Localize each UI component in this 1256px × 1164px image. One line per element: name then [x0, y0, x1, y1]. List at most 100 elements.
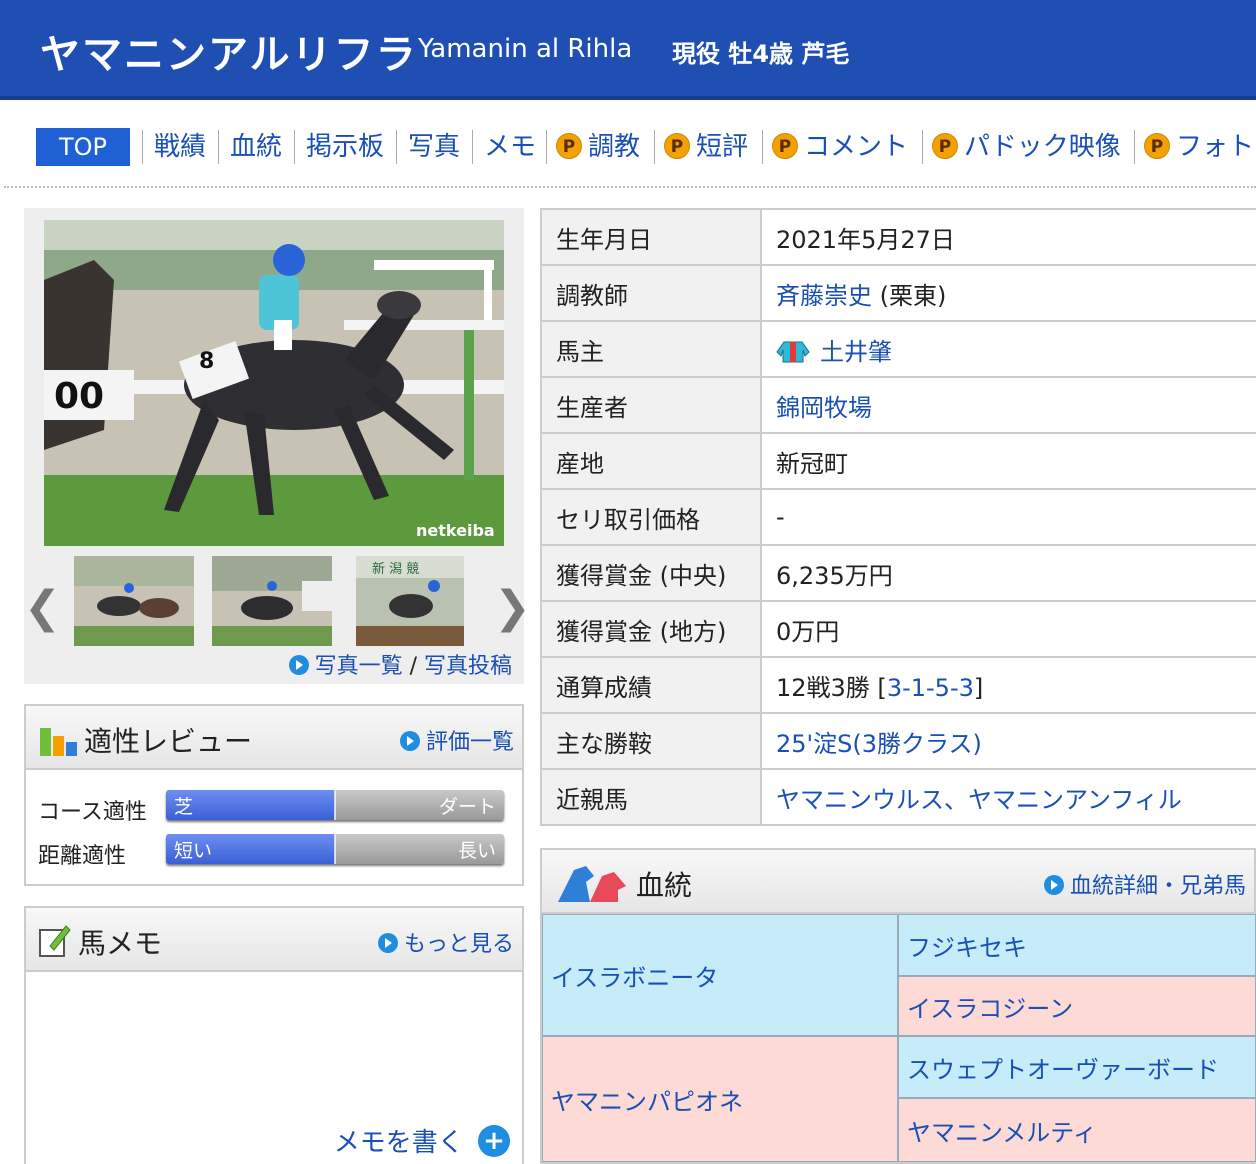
main-wins-value: 25'淀S(3勝クラス) [760, 712, 1256, 770]
table-row: 通算成績 12戦3勝 [3-1-5-3] [540, 656, 1256, 714]
pedigree-horses-icon [558, 866, 626, 902]
pedigree-title: 血統 [636, 869, 693, 902]
nav-separator [1134, 130, 1135, 164]
earnings-local-value: 0万円 [760, 600, 1256, 658]
owner-link[interactable]: 土井肇 [820, 338, 892, 366]
tab-results[interactable]: 戦績 [154, 128, 206, 166]
dam-dam-cell[interactable]: ヤマニンメルティ [898, 1098, 1256, 1162]
memo-more-link[interactable]: もっと見る [377, 926, 514, 958]
relatives-link[interactable]: ヤマニンウルス、ヤマニンアンフィル [776, 786, 1182, 814]
aptitude-title: 適性レビュー [84, 725, 253, 758]
trainer-link[interactable]: 斉藤崇史 [776, 282, 872, 310]
horse-name-english: Yamanin al Rihla [418, 34, 633, 64]
sire-dam-name: イスラコジーン [907, 994, 1074, 1023]
horse-profile-table: 生年月日 2021年5月27日 調教師 斉藤崇史 (栗東) 馬主 土井肇 生産者… [540, 208, 1256, 826]
main-horse-photo[interactable]: 8 00 netkeiba [44, 220, 504, 546]
sire-name: イスラボニータ [551, 963, 719, 992]
dam-sire-name: スウェプトオーヴァーボード [907, 1055, 1219, 1084]
table-row: 獲得賞金 (地方) 0万円 [540, 600, 1256, 658]
table-row: 近親馬 ヤマニンウルス、ヤマニンアンフィル [540, 768, 1256, 826]
birth-date-label: 生年月日 [540, 208, 762, 266]
auction-price-label: セリ取引価格 [540, 488, 762, 546]
thumbnail-sign: 新 潟 競 [372, 561, 419, 577]
course-aptitude-label: コース適性 [38, 800, 147, 825]
write-memo-label: メモを書く [333, 1128, 464, 1158]
review-list-label: 評価一覧 [425, 730, 514, 755]
photo-thumbnail[interactable] [212, 556, 332, 646]
aptitude-review-box: 適性レビュー 評価一覧 コース適性 芝 ダート 距離適性 短い 長い [24, 704, 524, 886]
saddle-number: 8 [199, 349, 214, 374]
silks-icon [776, 341, 810, 362]
netkeiba-watermark: netkeiba [416, 521, 495, 540]
bar-left-label: 短い [174, 840, 213, 862]
record-link[interactable]: 3-1-5-3 [887, 674, 974, 702]
memo-more-label: もっと見る [403, 932, 514, 957]
horse-nav: TOP 戦績 血統 掲示板 写真 メモ P 調教 P 短評 P コメント P パドック映… [0, 120, 1256, 172]
dam-sire-cell[interactable]: スウェプトオーヴァーボード [898, 1036, 1256, 1098]
earnings-local-label: 獲得賞金 (地方) [540, 600, 762, 658]
link-separator: / [402, 654, 424, 679]
distance-aptitude-label: 距離適性 [38, 844, 127, 869]
table-row: セリ取引価格 - [540, 488, 1256, 546]
photo-thumbnail[interactable] [74, 556, 194, 646]
horse-status: 現役 牡4歳 芦毛 [672, 40, 850, 68]
nav-separator [762, 130, 763, 164]
tab-label: 調教 [588, 132, 641, 162]
pedigree-detail-label: 血統詳細・兄弟馬 [1069, 874, 1246, 899]
tab-comment[interactable]: P コメント [772, 128, 908, 166]
tab-label: パドック映像 [964, 132, 1121, 162]
trainer-value: 斉藤崇史 (栗東) [760, 264, 1256, 322]
next-arrow-icon[interactable]: ❯ [494, 582, 531, 633]
career-record-value: 12戦3勝 [3-1-5-3] [760, 656, 1256, 714]
tab-bbs[interactable]: 掲示板 [306, 128, 384, 166]
dam-name: ヤマニンパピオネ [551, 1087, 743, 1116]
table-row: 生年月日 2021年5月27日 [540, 208, 1256, 266]
tab-memo[interactable]: メモ [484, 128, 536, 166]
tab-training[interactable]: P 調教 [556, 128, 640, 166]
review-list-link[interactable]: 評価一覧 [399, 724, 514, 756]
tab-photos[interactable]: 写真 [408, 128, 460, 166]
tab-label: コメント [804, 132, 909, 162]
photo-list-link[interactable]: 写真一覧 [315, 654, 403, 679]
prev-arrow-icon[interactable]: ❮ [24, 582, 61, 633]
svg-text:00: 00 [54, 376, 104, 417]
nav-separator [472, 130, 473, 164]
write-memo-link[interactable]: メモを書く + [334, 1122, 510, 1159]
premium-icon: P [932, 133, 958, 159]
nav-separator [142, 130, 143, 164]
origin-value: 新冠町 [760, 432, 1256, 490]
breeder-link[interactable]: 錦岡牧場 [776, 394, 872, 422]
dam-dam-name: ヤマニンメルティ [907, 1118, 1097, 1147]
pedigree-detail-link[interactable]: 血統詳細・兄弟馬 [1043, 868, 1246, 900]
tab-top[interactable]: TOP [36, 128, 130, 166]
dam-cell[interactable]: ヤマニンパピオネ [542, 1036, 898, 1162]
auction-price-value: - [760, 488, 1256, 546]
main-win-link[interactable]: 25'淀S(3勝クラス) [776, 730, 982, 758]
photo-post-link[interactable]: 写真投稿 [424, 654, 512, 679]
sire-sire-cell[interactable]: フジキセキ [898, 914, 1256, 976]
breeder-label: 生産者 [540, 376, 762, 434]
nav-separator [218, 130, 219, 164]
photo-thumbnail[interactable]: 新 潟 競 [356, 556, 464, 646]
tab-pedigree[interactable]: 血統 [230, 128, 282, 166]
sire-cell[interactable]: イスラボニータ [542, 914, 898, 1036]
premium-icon: P [772, 133, 798, 159]
arrow-bullet-icon [1043, 875, 1064, 895]
birth-date-value: 2021年5月27日 [760, 208, 1256, 266]
distance-aptitude-bar: 短い 長い [166, 834, 504, 864]
record-bracket: ] [973, 673, 984, 702]
tab-photo-premium[interactable]: P フォト [1144, 128, 1254, 166]
nav-separator [654, 130, 655, 164]
origin-label: 産地 [540, 432, 762, 490]
sire-dam-cell[interactable]: イスラコジーン [898, 976, 1256, 1036]
nav-separator [922, 130, 923, 164]
earnings-central-label: 獲得賞金 (中央) [540, 544, 762, 602]
trainer-region: (栗東) [872, 281, 947, 310]
bar-right-label: ダート [438, 796, 496, 818]
tab-paddock-video[interactable]: P パドック映像 [932, 128, 1121, 166]
record-summary: 12戦3勝 [ [776, 673, 887, 702]
plus-icon: + [478, 1125, 510, 1157]
memo-title: 馬メモ [78, 927, 163, 960]
arrow-bullet-icon [399, 731, 420, 751]
tab-short-review[interactable]: P 短評 [664, 128, 748, 166]
